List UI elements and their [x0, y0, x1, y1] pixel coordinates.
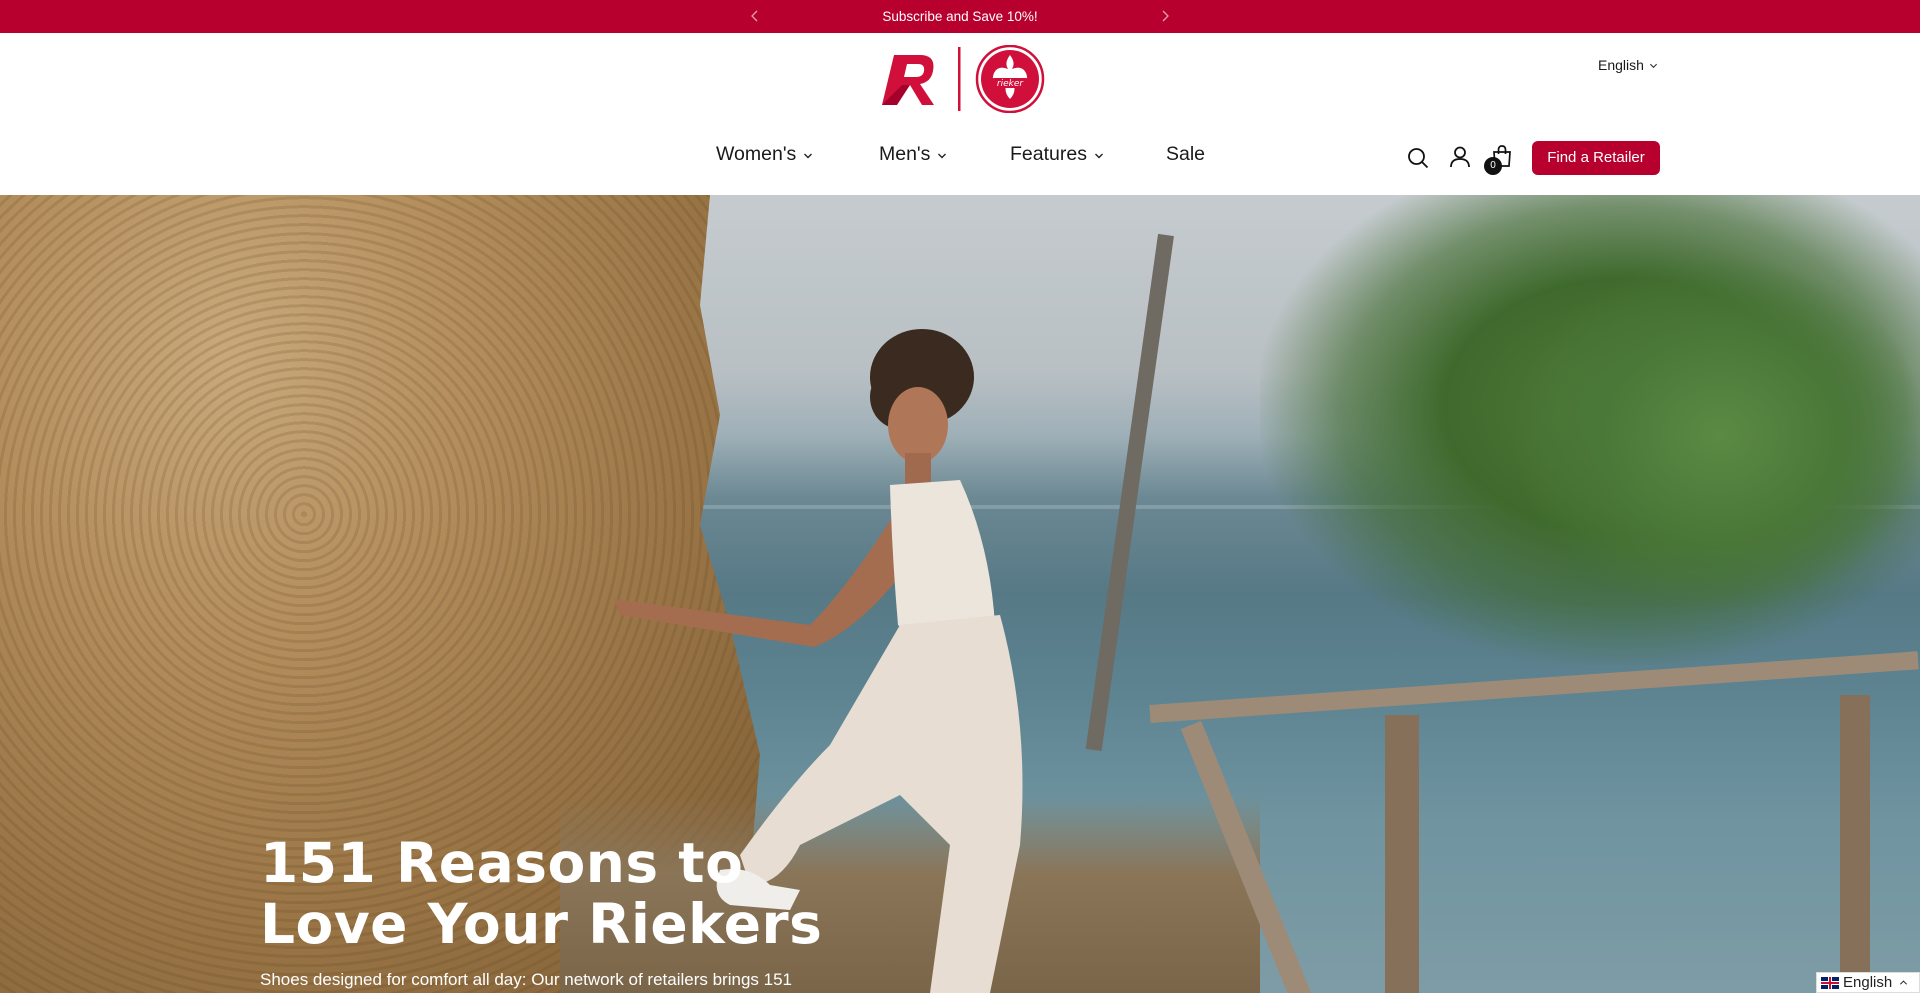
floating-language-widget[interactable]: English [1816, 972, 1920, 993]
nav-item-mens[interactable]: Men's [879, 143, 947, 166]
announcement-bar: Subscribe and Save 10%! [0, 0, 1920, 33]
language-label: English [1598, 57, 1644, 73]
nav-item-label: Features [1010, 143, 1087, 165]
announcement-next-button[interactable] [1157, 8, 1173, 24]
nav-item-label: Women's [716, 143, 797, 165]
language-selector[interactable]: English [1598, 57, 1658, 73]
hero-title: 151 Reasons to Love Your Riekers [260, 831, 823, 956]
cart-count-badge: 0 [1484, 157, 1502, 175]
chevron-up-icon [1900, 980, 1908, 985]
language-widget-label: English [1843, 974, 1893, 991]
nav-item-womens[interactable]: Women's [716, 143, 813, 166]
nav-item-features[interactable]: Features [1010, 143, 1104, 166]
hero-tree-foliage [1510, 255, 1920, 615]
hero-railing-post [1840, 695, 1870, 993]
account-icon [1450, 146, 1470, 168]
svg-text:rieker: rieker [997, 79, 1024, 89]
find-retailer-button[interactable]: Find a Retailer [1532, 141, 1660, 175]
hero-railing-post [1385, 715, 1419, 993]
chevron-right-icon [1162, 10, 1169, 22]
nav-item-label: Men's [879, 143, 931, 165]
search-icon [1408, 148, 1429, 169]
account-button[interactable] [1448, 145, 1474, 171]
search-button[interactable] [1406, 146, 1432, 172]
nav-item-sale[interactable]: Sale [1166, 143, 1205, 166]
uk-flag-icon [1821, 976, 1839, 989]
hero-subtitle: Shoes designed for comfort all day: Our … [260, 970, 792, 989]
brand-logo[interactable]: rieker [880, 44, 1046, 114]
nav-item-label: Sale [1166, 143, 1206, 165]
site-header: rieker English Women's Men's Features Sa… [0, 33, 1920, 195]
hero-banner[interactable]: 151 Reasons to Love Your Riekers Shoes d… [0, 195, 1920, 993]
chevron-down-icon [938, 153, 947, 159]
announcement-message[interactable]: Subscribe and Save 10%! [0, 0, 1920, 33]
chevron-down-icon [1094, 153, 1103, 159]
chevron-down-icon [1649, 63, 1657, 68]
chevron-down-icon [804, 153, 813, 159]
rieker-logo-icon: rieker [882, 44, 1045, 114]
